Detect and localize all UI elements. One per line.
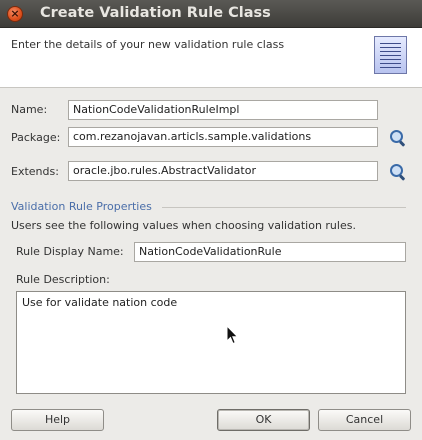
package-label: Package:: [11, 131, 61, 144]
dialog-window: × Create Validation Rule Class Enter the…: [0, 0, 422, 440]
extends-search-icon[interactable]: [390, 164, 406, 181]
help-button[interactable]: Help: [11, 409, 104, 431]
name-label: Name:: [11, 103, 48, 116]
package-search-icon[interactable]: [390, 130, 406, 147]
rule-description-label: Rule Description:: [16, 273, 110, 286]
name-field[interactable]: NationCodeValidationRuleImpl: [68, 100, 378, 120]
extends-label: Extends:: [11, 165, 59, 178]
close-icon[interactable]: ×: [7, 6, 23, 22]
title-bar[interactable]: × Create Validation Rule Class: [0, 0, 422, 28]
dialog-header: Enter the details of your new validation…: [0, 28, 422, 88]
mouse-pointer-icon: [226, 325, 239, 345]
extends-field[interactable]: oracle.jbo.rules.AbstractValidator: [68, 161, 378, 181]
ok-button[interactable]: OK: [217, 409, 310, 431]
section-description: Users see the following values when choo…: [11, 219, 356, 232]
rule-description-textarea[interactable]: Use for validate nation code: [16, 291, 406, 394]
window-title: Create Validation Rule Class: [40, 5, 271, 21]
rule-display-name-label: Rule Display Name:: [16, 245, 124, 258]
cancel-button[interactable]: Cancel: [318, 409, 411, 431]
document-lines-icon: [374, 36, 407, 74]
header-description: Enter the details of your new validation…: [11, 38, 285, 51]
rule-display-name-field[interactable]: NationCodeValidationRule: [134, 242, 406, 262]
package-field[interactable]: com.rezanojavan.articls.sample.validatio…: [68, 127, 378, 147]
section-title: Validation Rule Properties: [11, 200, 152, 213]
section-divider: [162, 207, 406, 208]
